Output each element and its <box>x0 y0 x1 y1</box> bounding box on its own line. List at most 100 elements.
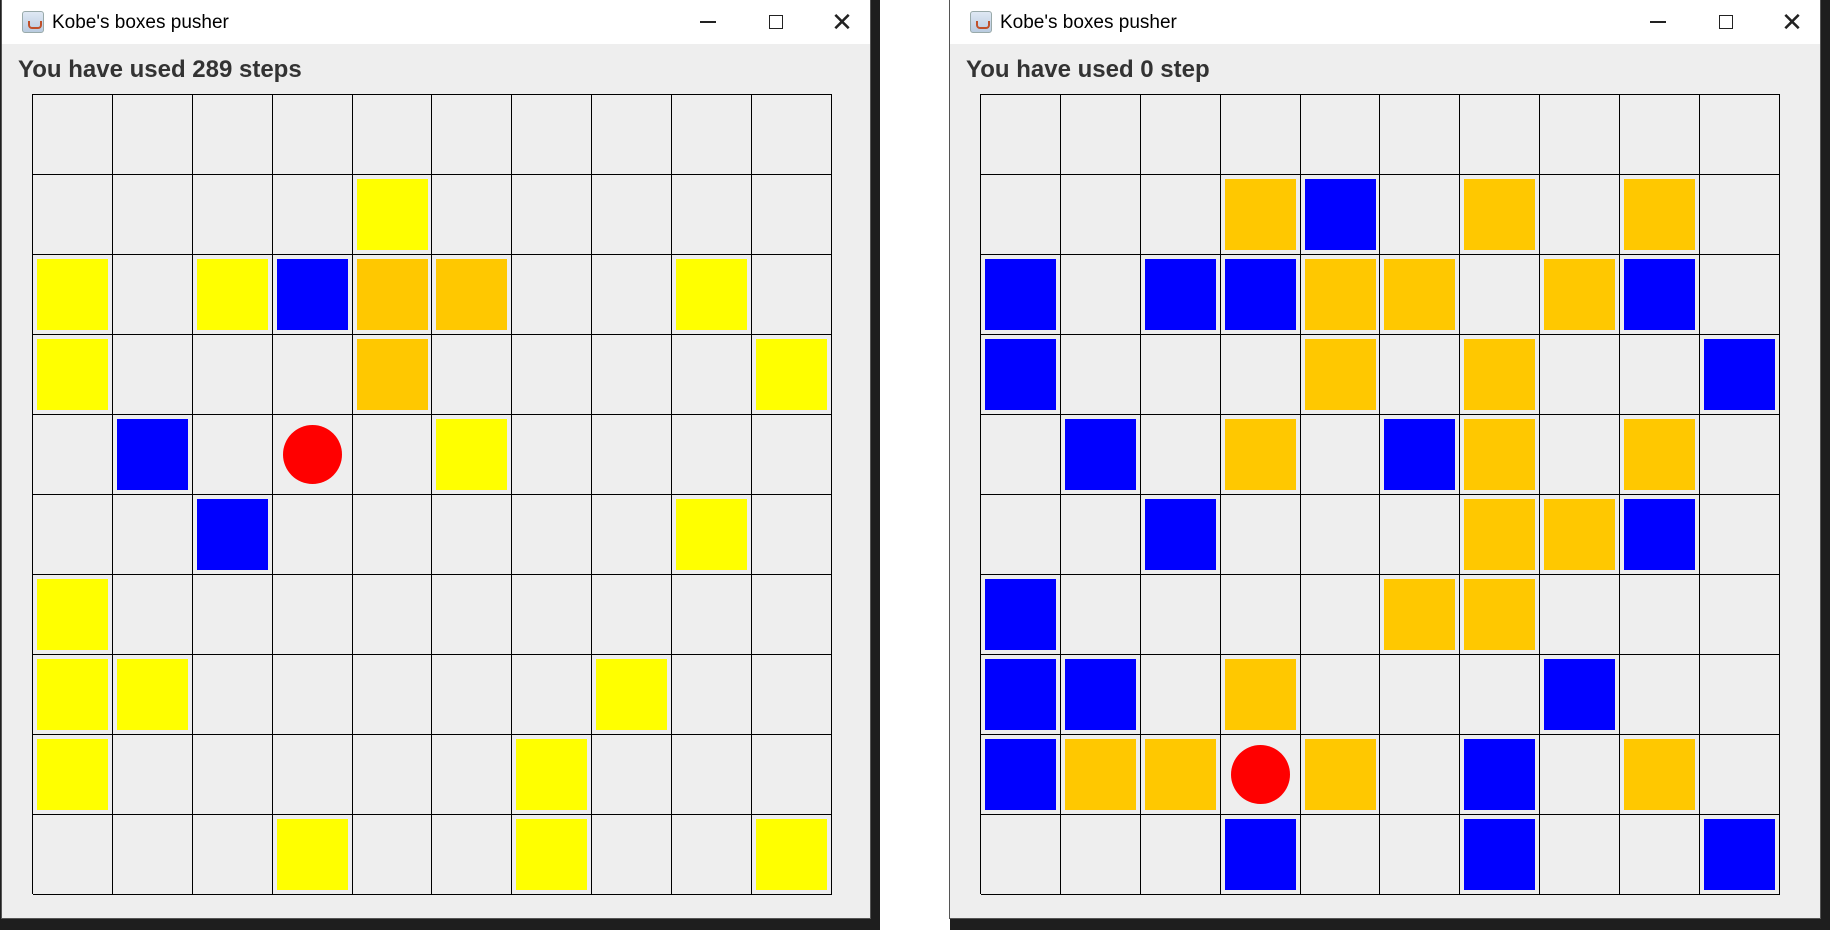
box-block <box>1304 739 1376 810</box>
board-cell <box>431 814 513 895</box>
board-cell <box>1619 254 1701 335</box>
board-cell <box>671 814 753 895</box>
wall-block <box>1224 819 1296 890</box>
board-cell <box>1220 95 1301 175</box>
box-block <box>1384 259 1456 330</box>
target-block <box>756 819 828 890</box>
board-cell <box>591 334 673 415</box>
box-block <box>1624 419 1696 490</box>
close-icon: ✕ <box>1781 7 1803 37</box>
board-cell <box>33 334 113 415</box>
close-button[interactable]: ✕ <box>1770 6 1814 38</box>
board-cell <box>1060 654 1141 735</box>
board-cell <box>112 734 193 815</box>
board-cell <box>1379 654 1461 735</box>
game-board[interactable] <box>980 94 1780 895</box>
board-cell <box>112 334 193 415</box>
target-block <box>756 339 828 410</box>
board-cell <box>1459 174 1541 255</box>
desktop-gap <box>880 0 950 930</box>
board-cell <box>1140 494 1221 575</box>
target-block <box>196 259 268 330</box>
board-cell <box>1140 654 1221 735</box>
wall-block <box>1704 819 1776 890</box>
board-cell <box>1060 574 1141 655</box>
board-row <box>33 574 832 655</box>
minimize-icon <box>1650 21 1666 23</box>
board-cell <box>1699 254 1780 335</box>
board-cell <box>591 494 673 575</box>
board-cell <box>1060 414 1141 495</box>
board-cell <box>1699 494 1780 575</box>
board-cell <box>272 574 353 655</box>
board-cell <box>1459 814 1541 895</box>
target-block <box>37 659 108 730</box>
board-cell <box>981 174 1061 255</box>
board-cell <box>33 414 113 495</box>
board-cell <box>192 95 273 175</box>
maximize-button[interactable] <box>1704 6 1748 38</box>
board-cell <box>192 734 273 815</box>
box-block <box>1304 259 1376 330</box>
wall-block <box>1624 499 1696 570</box>
board-cell <box>981 494 1061 575</box>
board-cell <box>1220 734 1301 815</box>
board-cell <box>1619 95 1701 175</box>
board-cell <box>671 174 753 255</box>
board-cell <box>1300 574 1381 655</box>
board-cell <box>192 814 273 895</box>
board-cell <box>1379 734 1461 815</box>
board-cell <box>1220 494 1301 575</box>
board-cell <box>1459 414 1541 495</box>
title-bar[interactable]: Kobe's boxes pusher ✕ <box>2 0 870 44</box>
target-block <box>436 419 508 490</box>
board-cell <box>751 654 832 735</box>
board-cell <box>272 174 353 255</box>
board-cell <box>591 174 673 255</box>
board-cell <box>352 174 433 255</box>
board-cell <box>272 334 353 415</box>
close-button[interactable]: ✕ <box>820 6 864 38</box>
minimize-button[interactable] <box>686 6 730 38</box>
board-cell <box>511 174 593 255</box>
board-cell <box>751 814 832 895</box>
board-cell <box>751 414 832 495</box>
game-window-1: Kobe's boxes pusher ✕ You have used 289 … <box>2 0 870 918</box>
board-row <box>981 95 1780 175</box>
board-row <box>981 574 1780 655</box>
target-block <box>37 739 108 810</box>
board-cell <box>1379 494 1461 575</box>
board-cell <box>1619 334 1701 415</box>
board-cell <box>591 254 673 335</box>
board-cell <box>1220 334 1301 415</box>
board-cell <box>352 734 433 815</box>
board-row <box>981 814 1780 895</box>
board-cell <box>1539 334 1621 415</box>
board-cell <box>1379 574 1461 655</box>
board-cell <box>1699 734 1780 815</box>
game-board[interactable] <box>32 94 832 895</box>
maximize-button[interactable] <box>754 6 798 38</box>
board-cell <box>1060 334 1141 415</box>
board-cell <box>1699 814 1780 895</box>
game-window-2: Kobe's boxes pusher ✕ You have used 0 st… <box>950 0 1820 918</box>
board-cell <box>112 95 193 175</box>
board-cell <box>431 254 513 335</box>
maximize-icon <box>1719 15 1733 29</box>
board-cell <box>671 95 753 175</box>
board-cell <box>272 734 353 815</box>
board-cell <box>112 494 193 575</box>
board-cell <box>1619 654 1701 735</box>
board-cell <box>431 734 513 815</box>
box-block <box>1384 579 1456 650</box>
title-bar[interactable]: Kobe's boxes pusher ✕ <box>950 0 1820 44</box>
board-cell <box>981 814 1061 895</box>
board-row <box>981 414 1780 495</box>
board-cell <box>1379 414 1461 495</box>
board-cell <box>591 654 673 735</box>
board-cell <box>431 654 513 735</box>
board-cell <box>511 734 593 815</box>
target-block <box>676 259 748 330</box>
board-cell <box>751 254 832 335</box>
minimize-button[interactable] <box>1636 6 1680 38</box>
